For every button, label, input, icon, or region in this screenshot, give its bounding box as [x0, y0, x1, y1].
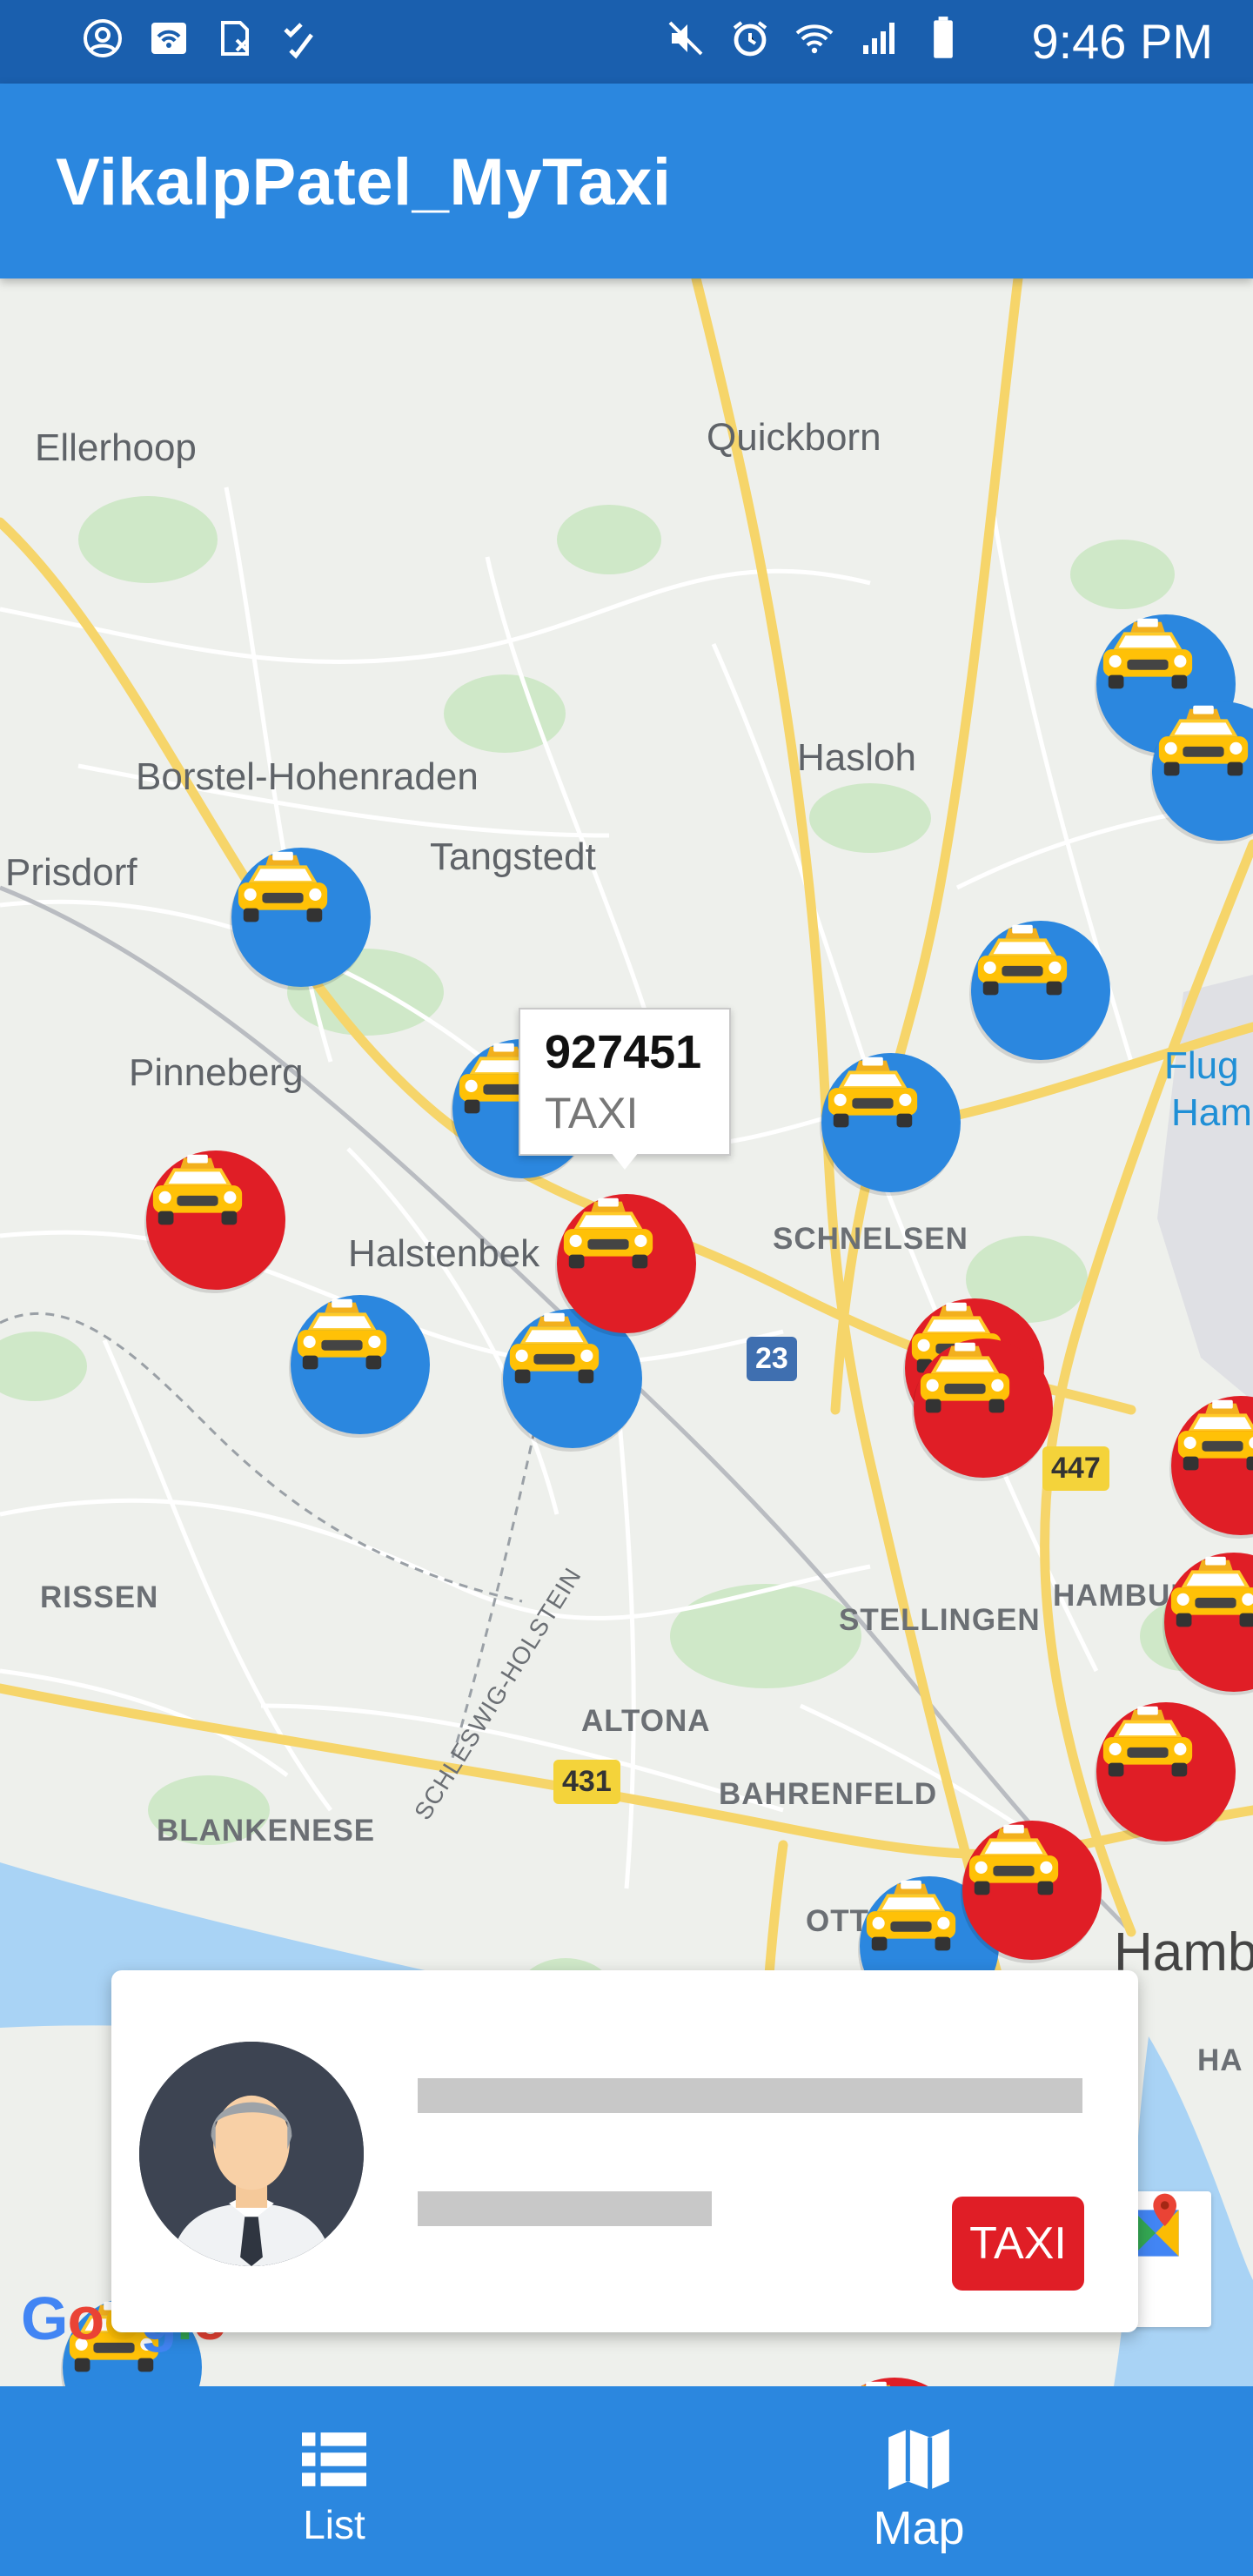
wifi-box-icon — [146, 16, 191, 61]
taxi-car-icon — [920, 1342, 1010, 1413]
place-label: Quickborn — [707, 416, 881, 459]
driver-info-card[interactable]: TAXI — [111, 1970, 1138, 2332]
driver-avatar-icon — [139, 2042, 364, 2266]
list-icon — [301, 2426, 367, 2492]
taxi-marker[interactable] — [821, 1053, 961, 1192]
wifi-icon — [792, 16, 837, 61]
taxi-type: TAXI — [545, 1089, 639, 1137]
status-time: 9:46 PM — [1031, 14, 1213, 69]
mute-icon — [663, 16, 708, 61]
place-label: HA — [1197, 2043, 1243, 2077]
driver-detail-placeholder — [418, 2191, 712, 2226]
taxi-car-icon — [152, 1154, 243, 1225]
sim-off-icon — [212, 16, 258, 61]
taxi-marker[interactable] — [146, 1150, 285, 1290]
place-label: Halstenbek — [348, 1232, 540, 1275]
taxi-marker[interactable] — [291, 1295, 430, 1434]
bottom-navigation: List Map — [0, 2386, 1253, 2576]
driver-avatar — [139, 2042, 364, 2266]
road-shield: 431 — [553, 1760, 620, 1804]
taxi-car-icon — [1170, 1556, 1253, 1627]
nav-label-map: Map — [873, 2502, 965, 2554]
taxi-car-icon — [1177, 1399, 1253, 1471]
nav-label-list: List — [303, 2502, 365, 2547]
taxi-marker[interactable] — [1096, 1702, 1236, 1841]
taxi-car-icon — [238, 851, 328, 922]
place-label: BLANKENESE — [157, 1814, 376, 1848]
road-shield: 23 — [747, 1337, 797, 1381]
place-label: Pinneberg — [129, 1051, 304, 1094]
place-label: Prisdorf — [5, 851, 137, 894]
taxi-car-icon — [297, 1298, 387, 1370]
nav-tab-map[interactable]: Map — [606, 2386, 1232, 2576]
place-label: BAHRENFELD — [719, 1777, 938, 1811]
info-window-pointer — [611, 1152, 639, 1170]
taxi-marker[interactable] — [231, 848, 371, 987]
place-label: Ellerhoop — [35, 426, 197, 469]
taxi-marker[interactable] — [971, 921, 1110, 1060]
driver-name-placeholder — [418, 2078, 1082, 2113]
google-logo-letter: o — [67, 2284, 104, 2352]
taxi-marker[interactable] — [914, 1338, 1053, 1478]
app-title: VikalpPatel_MyTaxi — [56, 145, 672, 219]
taxi-car-icon — [1158, 705, 1249, 776]
taxi-car-icon — [977, 924, 1068, 996]
open-in-maps-button[interactable] — [1128, 2191, 1211, 2327]
selected-taxi-marker[interactable] — [557, 1194, 696, 1333]
place-label: Tangstedt — [430, 835, 596, 878]
status-bar: 9:46 PM — [0, 0, 1253, 84]
road-shield: 447 — [1042, 1446, 1109, 1491]
taxi-car-icon — [968, 1824, 1059, 1895]
taxi-car-icon — [861, 2381, 891, 2386]
nav-tab-list[interactable]: List — [21, 2386, 647, 2576]
taxi-id: 927451 — [545, 1026, 702, 1078]
place-label: RISSEN — [40, 1580, 159, 1614]
taxi-car-icon — [1102, 1706, 1193, 1777]
account-circle-icon — [80, 16, 125, 61]
place-label: Flug — [1164, 1044, 1239, 1087]
battery-icon — [921, 16, 966, 61]
taxi-type-badge: TAXI — [952, 2197, 1084, 2291]
place-label: Hasloh — [797, 736, 916, 779]
taxi-car-icon — [866, 1880, 956, 1951]
place-label: Borstel-Hohenraden — [136, 755, 479, 798]
app-bar: VikalpPatel_MyTaxi — [0, 84, 1253, 278]
taxi-car-icon — [828, 1057, 918, 1128]
alarm-icon — [727, 16, 773, 61]
place-label: STELLINGEN — [839, 1603, 1041, 1637]
marker-info-window[interactable]: 927451 TAXI — [519, 1008, 731, 1170]
taxi-car-icon — [563, 1197, 653, 1269]
signal-icon — [856, 16, 901, 61]
check-list-icon — [278, 16, 324, 61]
taxi-marker[interactable] — [962, 1821, 1102, 1960]
taxi-car-icon — [1102, 618, 1193, 689]
place-label: SCHNELSEN — [773, 1222, 968, 1256]
google-logo-letter: G — [21, 2284, 68, 2352]
place-label: ALTONA — [581, 1704, 711, 1738]
map-icon — [886, 2426, 952, 2492]
place-label: Ham — [1171, 1091, 1252, 1134]
